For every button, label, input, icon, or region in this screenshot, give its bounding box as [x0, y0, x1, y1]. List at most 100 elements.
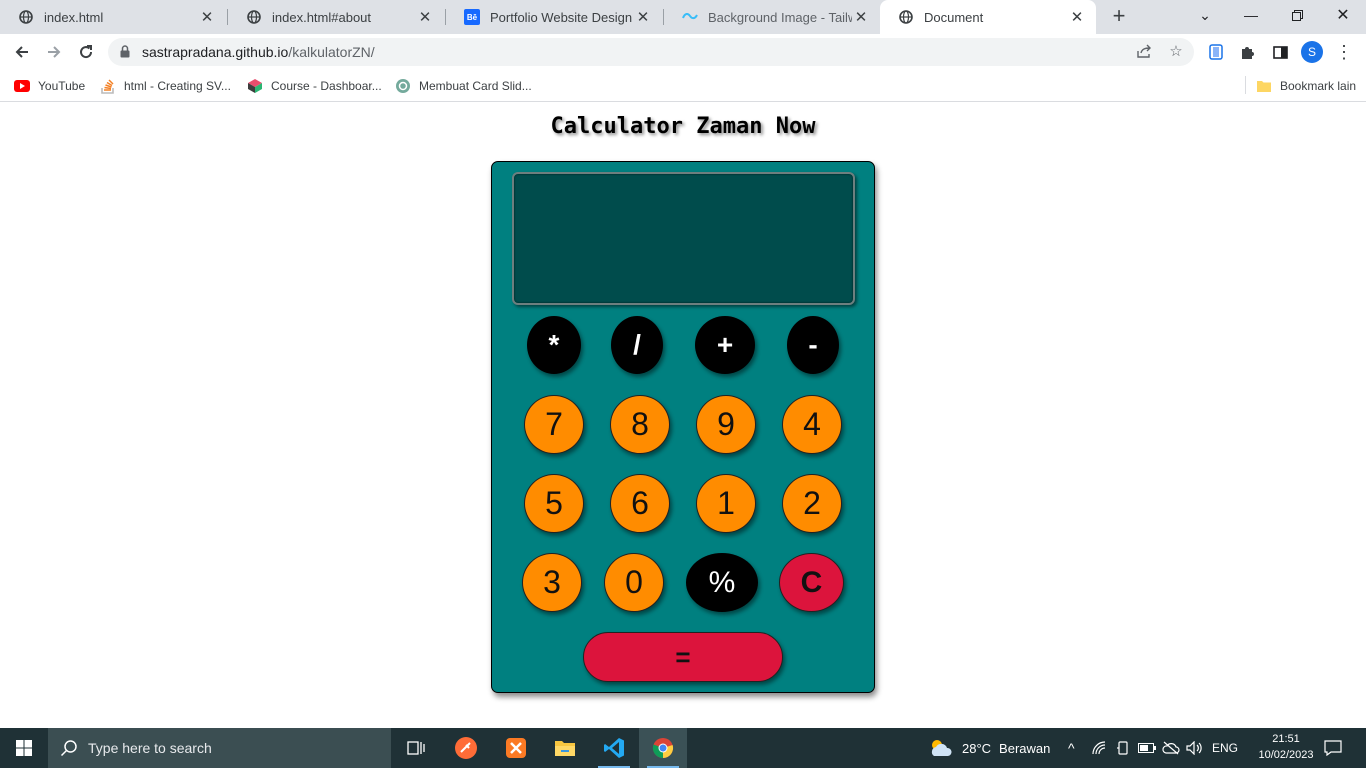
- digit-4-button[interactable]: 4: [782, 395, 842, 454]
- bookmark-youtube[interactable]: YouTube: [14, 77, 85, 95]
- bookmark-label: Bookmark lain: [1280, 79, 1357, 93]
- side-panel-icon[interactable]: [1270, 42, 1290, 62]
- bookmark-card-slider[interactable]: Membuat Card Slid...: [395, 77, 532, 95]
- other-bookmarks[interactable]: Bookmark lain: [1256, 77, 1356, 95]
- bookmark-course[interactable]: Course - Dashboar...: [247, 77, 382, 95]
- close-icon[interactable]: ✕: [198, 8, 216, 26]
- clear-button[interactable]: C: [779, 553, 844, 612]
- close-icon[interactable]: ✕: [1068, 8, 1086, 26]
- battery-icon[interactable]: [1138, 728, 1156, 768]
- tab-label: Document: [924, 9, 984, 25]
- search-icon: [60, 739, 78, 762]
- xampp-app-icon[interactable]: [492, 728, 540, 768]
- plus-button[interactable]: +: [695, 316, 755, 374]
- system-clock[interactable]: 21:51 10/02/2023: [1258, 731, 1314, 763]
- wifi-icon[interactable]: [1092, 728, 1108, 768]
- multiply-button[interactable]: *: [527, 316, 581, 374]
- close-icon[interactable]: ✕: [634, 8, 652, 26]
- divide-button[interactable]: /: [611, 316, 663, 374]
- volume-icon[interactable]: [1186, 728, 1204, 768]
- file-explorer-icon[interactable]: [541, 728, 589, 768]
- new-tab-button[interactable]: +: [1108, 5, 1130, 28]
- url-host: sastrapradana.github.io: [142, 44, 289, 60]
- digit-9-button[interactable]: 9: [696, 395, 756, 454]
- url-text[interactable]: sastrapradana.github.io/kalkulatorZN/: [142, 44, 375, 60]
- address-bar[interactable]: sastrapradana.github.io/kalkulatorZN/ ☆: [108, 38, 1194, 66]
- taskbar-search-box[interactable]: Type here to search: [48, 728, 391, 768]
- search-placeholder: Type here to search: [88, 740, 212, 756]
- behance-icon: Bē: [464, 9, 480, 25]
- profile-avatar[interactable]: S: [1301, 41, 1323, 63]
- digit-8-button[interactable]: 8: [610, 395, 670, 454]
- weather-text: Berawan: [999, 740, 1051, 756]
- weather-temp: 28°C: [962, 740, 992, 756]
- page-title: Calculator Zaman Now: [550, 114, 816, 139]
- show-hidden-icons-chevron-icon[interactable]: ^: [1068, 728, 1075, 768]
- tab-index[interactable]: index.html ✕: [0, 0, 226, 34]
- globe-icon: [898, 9, 914, 25]
- digit-2-button[interactable]: 2: [782, 474, 842, 533]
- equals-button[interactable]: =: [583, 632, 783, 682]
- tab-tailwind[interactable]: Background Image - Tailwind ✕: [664, 0, 880, 34]
- postman-app-icon[interactable]: [442, 728, 490, 768]
- clock-date: 10/02/2023: [1258, 749, 1314, 761]
- tab-label: index.html: [44, 9, 104, 25]
- bookmark-star-icon[interactable]: ☆: [1168, 44, 1184, 60]
- tab-label: index.html#about: [272, 9, 372, 25]
- extension-app-icon[interactable]: [1206, 42, 1226, 62]
- back-arrow-icon[interactable]: [8, 38, 36, 66]
- bookmark-label: html - Creating SV...: [124, 79, 231, 93]
- vscode-app-icon[interactable]: [590, 728, 638, 768]
- share-icon[interactable]: [1136, 44, 1152, 60]
- reload-icon[interactable]: [72, 38, 100, 66]
- tailwind-icon: [682, 9, 698, 25]
- language-indicator[interactable]: ENG: [1212, 728, 1238, 768]
- globe-icon: [18, 9, 34, 25]
- tab-label: Portfolio Website Design on B: [490, 9, 634, 25]
- calculator-display[interactable]: [512, 172, 855, 305]
- bookmark-label: Course - Dashboar...: [271, 79, 382, 93]
- device-icon[interactable]: [1116, 728, 1130, 768]
- folder-icon: [1256, 78, 1272, 94]
- menu-kebab-icon[interactable]: ⋮: [1334, 42, 1354, 62]
- restore-icon[interactable]: [1274, 0, 1320, 30]
- globe-icon: [246, 9, 262, 25]
- digit-0-button[interactable]: 0: [604, 553, 664, 612]
- task-view-icon[interactable]: [392, 728, 440, 768]
- close-icon[interactable]: ✕: [852, 8, 870, 26]
- cloud-offline-icon[interactable]: [1162, 728, 1180, 768]
- clock-time: 21:51: [1272, 733, 1300, 745]
- bookmark-label: Membuat Card Slid...: [419, 79, 532, 93]
- bookmark-stackoverflow[interactable]: html - Creating SV...: [100, 77, 231, 95]
- url-path: /kalkulatorZN/: [288, 44, 375, 60]
- openai-icon: [395, 78, 411, 94]
- notifications-icon[interactable]: [1324, 728, 1342, 768]
- browser-toolbar: sastrapradana.github.io/kalkulatorZN/ ☆ …: [0, 34, 1366, 70]
- minus-button[interactable]: -: [787, 316, 839, 374]
- digit-3-button[interactable]: 3: [522, 553, 582, 612]
- digit-5-button[interactable]: 5: [524, 474, 584, 533]
- bookmarks-bar: YouTube html - Creating SV... Course - D…: [0, 70, 1366, 102]
- forward-arrow-icon[interactable]: [40, 38, 68, 66]
- extensions-puzzle-icon[interactable]: [1238, 42, 1258, 62]
- close-window-icon[interactable]: ✕: [1320, 0, 1366, 30]
- digit-1-button[interactable]: 1: [696, 474, 756, 533]
- tab-about[interactable]: index.html#about ✕: [228, 0, 444, 34]
- windows-start-icon[interactable]: [0, 728, 48, 768]
- percent-button[interactable]: %: [686, 553, 758, 612]
- close-icon[interactable]: ✕: [416, 8, 434, 26]
- bookmarks-divider: [1245, 76, 1246, 94]
- minimize-icon[interactable]: —: [1228, 0, 1274, 30]
- weather-widget[interactable]: 28°C Berawan: [928, 728, 1050, 768]
- bookmark-label: YouTube: [38, 79, 86, 93]
- cube-icon: [247, 78, 263, 94]
- tab-label: Background Image - Tailwind: [708, 9, 852, 25]
- tab-search-icon[interactable]: ⌄: [1182, 0, 1228, 30]
- lock-icon[interactable]: [120, 45, 130, 63]
- windows-taskbar: Type here to search 28°C Berawan ^ ENG 2…: [0, 728, 1366, 768]
- tab-behance[interactable]: Bē Portfolio Website Design on B ✕: [446, 0, 662, 34]
- chrome-app-icon[interactable]: [639, 728, 687, 768]
- digit-6-button[interactable]: 6: [610, 474, 670, 533]
- tab-document[interactable]: Document ✕: [880, 0, 1096, 34]
- digit-7-button[interactable]: 7: [524, 395, 584, 454]
